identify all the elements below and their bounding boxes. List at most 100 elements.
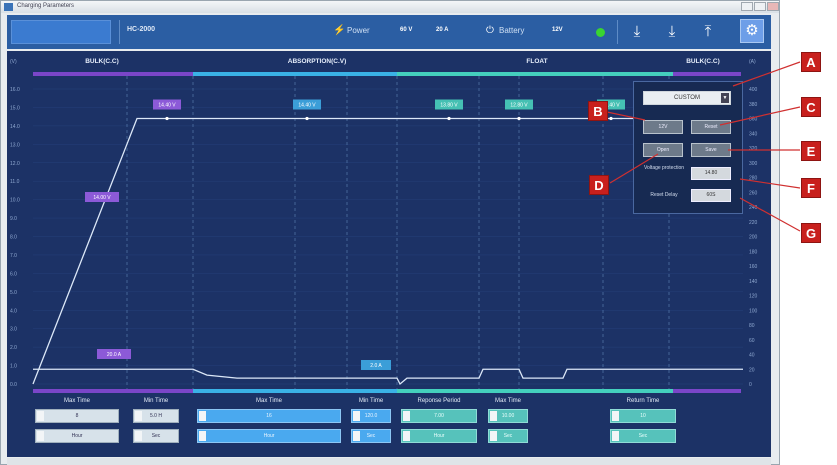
right-axis-tick: 80 — [749, 323, 755, 329]
control-value: 120.0 — [364, 413, 378, 419]
right-axis-tick: 40 — [749, 353, 755, 359]
voltage-protection-field[interactable]: 14.80 — [691, 167, 731, 180]
stepper-icon[interactable] — [199, 431, 206, 441]
control-unit-select[interactable]: Sec — [610, 429, 676, 443]
preset-12v-button[interactable]: 12V — [643, 120, 683, 134]
control-value: Sec — [366, 433, 376, 439]
right-axis-tick: 60 — [749, 338, 755, 344]
settings-icon[interactable]: ⚙ — [740, 19, 764, 43]
point-marker — [517, 116, 521, 121]
open-label: Open — [656, 147, 670, 153]
left-axis-tick: 1.0 — [10, 364, 17, 370]
stepper-icon[interactable] — [135, 431, 142, 441]
left-axis-tick: 4.0 — [10, 308, 17, 314]
download-icon[interactable]: ⤓ — [624, 19, 650, 45]
control-value: Sec — [638, 433, 648, 439]
control-unit-select[interactable]: Sec — [133, 429, 179, 443]
control-unit-select[interactable]: Hour — [197, 429, 341, 443]
stepper-icon[interactable] — [353, 411, 360, 421]
stepper-icon[interactable] — [353, 431, 360, 441]
save-button[interactable]: Save — [691, 143, 731, 157]
right-axis-tick: 320 — [749, 146, 758, 152]
callout-b: B — [588, 101, 608, 121]
maximize-button[interactable] — [754, 2, 766, 11]
right-axis-tick: 240 — [749, 205, 758, 211]
callout-d: D — [589, 175, 609, 195]
title-bar: Charging Parameters — [1, 1, 779, 13]
left-axis-tick: 3.0 — [10, 327, 17, 333]
control-value: Hour — [263, 433, 275, 439]
left-axis-tick: 5.0 — [10, 290, 17, 296]
status-led — [596, 28, 605, 37]
right-axis-tick: 100 — [749, 308, 758, 314]
control-value: Sec — [503, 433, 513, 439]
stepper-icon[interactable] — [490, 411, 497, 421]
close-button[interactable] — [767, 2, 779, 11]
stepper-icon[interactable] — [135, 411, 142, 421]
voltage-protection-label: Voltage protection — [643, 165, 685, 171]
reset-button[interactable]: Reset — [691, 120, 731, 134]
left-axis-tick: 10.0 — [10, 198, 20, 204]
app-icon — [4, 3, 13, 11]
right-axis-tick: 20 — [749, 367, 755, 373]
control-unit-select[interactable]: Hour — [401, 429, 477, 443]
stepper-icon[interactable] — [612, 411, 619, 421]
control-title: Return Time — [626, 398, 660, 404]
upload-icon[interactable]: ⤓ — [659, 19, 685, 45]
control-value-field[interactable]: 10.00 — [488, 409, 528, 423]
left-axis-tick: 13.0 — [10, 142, 20, 148]
open-button[interactable]: Open — [643, 143, 683, 157]
control-value: Hour — [433, 433, 445, 439]
callout-f: F — [801, 178, 821, 198]
power-label: Power — [347, 26, 370, 35]
control-value-field[interactable]: 16 — [197, 409, 341, 423]
stepper-icon[interactable] — [612, 431, 619, 441]
app-window: Charging Parameters HC-2000 ⚡ Power 60 V… — [0, 0, 780, 465]
left-axis-tick: 9.0 — [10, 216, 17, 222]
stepper-icon[interactable] — [199, 411, 206, 421]
right-axis-tick: 140 — [749, 279, 758, 285]
stepper-icon[interactable] — [37, 411, 44, 421]
minimize-button[interactable] — [741, 2, 753, 11]
control-value-field[interactable]: 7.00 — [401, 409, 477, 423]
phase-bar-bottom — [33, 389, 193, 393]
left-axis-tick: 15.0 — [10, 105, 20, 111]
left-axis-tick: 7.0 — [10, 253, 17, 259]
point-marker — [447, 116, 451, 121]
stepper-icon[interactable] — [37, 431, 44, 441]
settings-panel: CUSTOM ▼ 12V Reset Open Save Voltage pro… — [633, 81, 743, 214]
left-axis-tick: 8.0 — [10, 235, 17, 241]
profile-select[interactable]: CUSTOM ▼ — [643, 91, 731, 105]
callout-c: C — [801, 97, 821, 117]
right-axis-tick: 340 — [749, 131, 758, 137]
control-unit-select[interactable]: Sec — [351, 429, 391, 443]
toolbar-divider — [119, 20, 120, 44]
voltage-protection-value: 14.80 — [704, 170, 718, 176]
stepper-icon[interactable] — [403, 411, 410, 421]
callout-e: E — [801, 141, 821, 161]
control-unit-select[interactable]: Sec — [488, 429, 528, 443]
plug-icon: ⏻ — [486, 25, 494, 36]
bolt-icon: ⚡ — [333, 25, 346, 36]
control-value-field[interactable]: 5.0 H — [133, 409, 179, 423]
control-value: 8 — [75, 413, 79, 419]
stepper-icon[interactable] — [403, 431, 410, 441]
stepper-icon[interactable] — [490, 431, 497, 441]
charge-chart: 16.0 15.0 14.0 13.0 12.0 11.0 10.0 9.0 8.0 7.0 6.0… — [7, 51, 771, 457]
right-axis-tick: 0 — [749, 382, 752, 388]
phase-bar-top — [673, 72, 741, 76]
toolbar-divider — [617, 20, 618, 44]
control-value-field[interactable]: 10 — [610, 409, 676, 423]
control-value-field[interactable]: 8 — [35, 409, 119, 423]
control-unit-select[interactable]: Hour — [35, 429, 119, 443]
reset-delay-field[interactable]: 60S — [691, 189, 731, 202]
reset-label: Reset — [704, 124, 718, 130]
export-icon[interactable]: ⤒ — [695, 19, 721, 45]
right-axis-tick: 360 — [749, 117, 758, 123]
control-value: 10.00 — [501, 413, 515, 419]
device-selector[interactable] — [11, 20, 111, 44]
top-toolbar: HC-2000 ⚡ Power 60 V 20 A ⏻ Battery 12V … — [7, 15, 771, 49]
control-value-field[interactable]: 120.0 — [351, 409, 391, 423]
chevron-down-icon[interactable]: ▼ — [721, 93, 729, 103]
left-axis-tick: 0.0 — [10, 382, 17, 388]
